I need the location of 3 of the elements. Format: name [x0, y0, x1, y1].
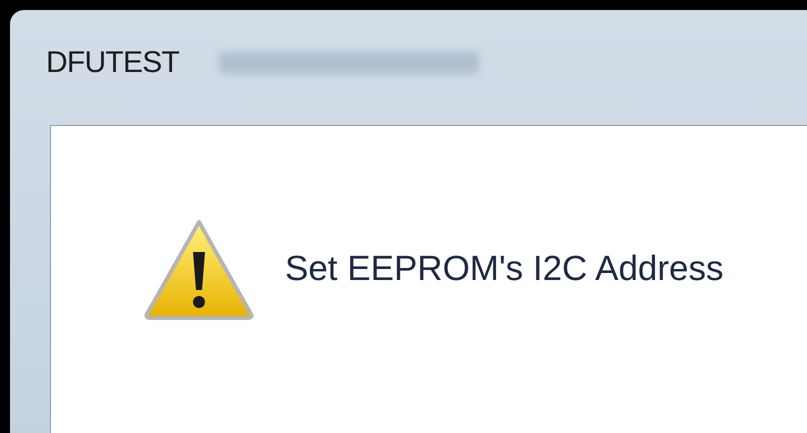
- message-text: Set EEPROM's I2C Address: [285, 248, 724, 290]
- warning-icon: [143, 218, 255, 322]
- window-title: DFUTEST: [46, 45, 180, 81]
